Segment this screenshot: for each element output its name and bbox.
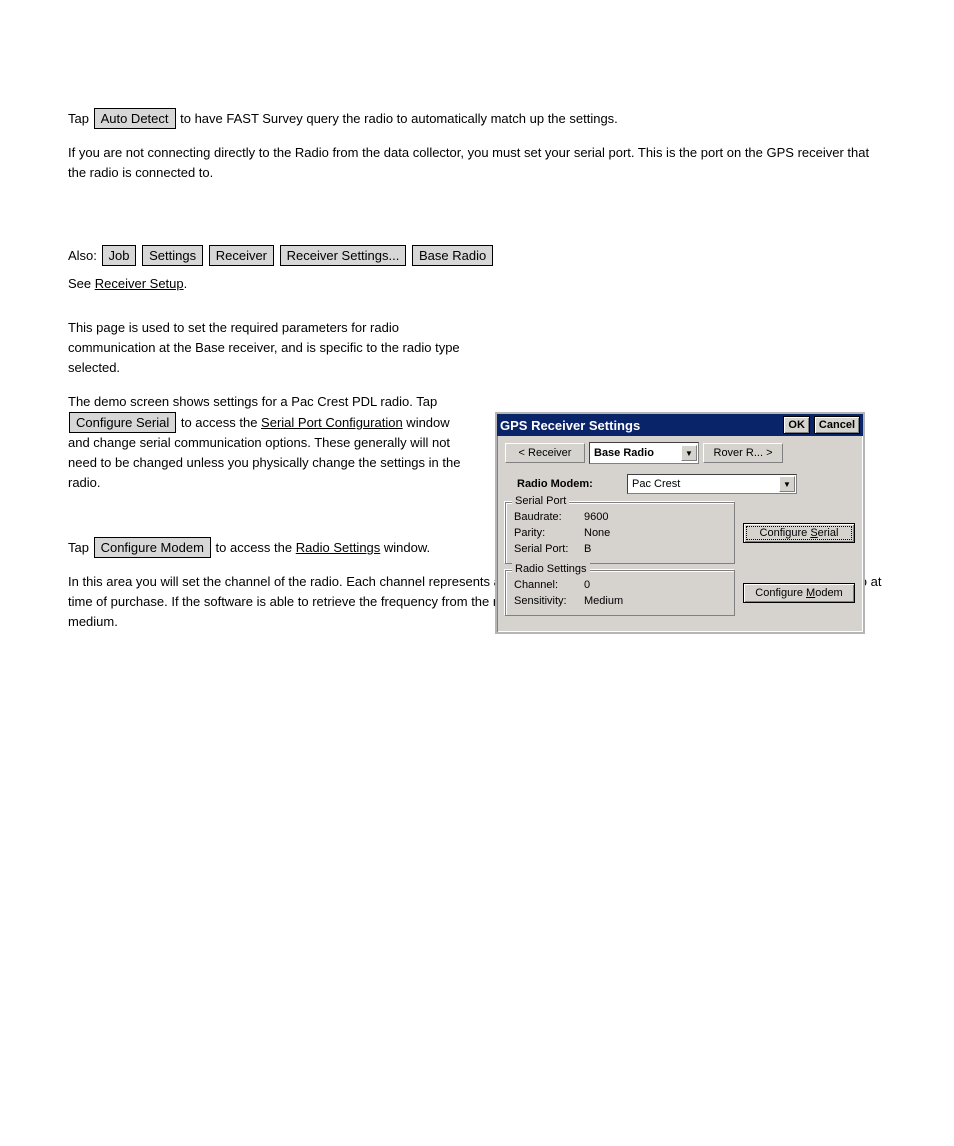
configure-modem-button-ref: Configure Modem xyxy=(94,537,211,558)
breadcrumb-receiver: Receiver xyxy=(209,245,274,266)
serial-port-legend: Serial Port xyxy=(512,495,569,507)
receiver-setup-link[interactable]: Receiver Setup xyxy=(95,276,184,291)
text: Tap xyxy=(68,540,93,555)
ok-button[interactable]: OK xyxy=(783,416,810,434)
chevron-down-icon[interactable]: ▼ xyxy=(681,445,697,461)
radio-settings-row: Radio Settings Channel:0 Sensitivity:Med… xyxy=(505,570,855,616)
text: Configure xyxy=(755,587,806,599)
parity-value: None xyxy=(584,525,610,541)
breadcrumb-base-radio: Base Radio xyxy=(412,245,493,266)
parity-label: Parity: xyxy=(514,525,584,541)
breadcrumb-job: Job xyxy=(102,245,137,266)
cancel-button[interactable]: Cancel xyxy=(814,416,860,434)
nav-page-select[interactable]: Base Radio ▼ xyxy=(589,442,699,464)
dialog-titlebar: GPS Receiver Settings OK Cancel xyxy=(497,414,863,436)
nav-page-value: Base Radio xyxy=(594,447,654,459)
see-also-line: See Receiver Setup. xyxy=(68,274,886,294)
text: . xyxy=(184,276,188,291)
text: S xyxy=(810,527,817,539)
radio-settings-link[interactable]: Radio Settings xyxy=(296,540,381,555)
sensitivity-value: Medium xyxy=(584,593,623,609)
text: to have FAST Survey query the radio to a… xyxy=(177,111,618,126)
chevron-down-icon[interactable]: ▼ xyxy=(779,476,795,492)
baudrate-label: Baudrate: xyxy=(514,509,584,525)
text: M xyxy=(806,587,815,599)
serial-port-config-link[interactable]: Serial Port Configuration xyxy=(261,415,403,430)
serial-port-row: Serial Port Baudrate:9600 Parity:None Se… xyxy=(505,502,855,564)
gps-receiver-settings-dialog: GPS Receiver Settings OK Cancel < Receiv… xyxy=(495,412,865,634)
radio-modem-select[interactable]: Pac Crest ▼ xyxy=(627,474,797,494)
nav-prev-button[interactable]: < Receiver xyxy=(505,443,585,463)
text: Also: xyxy=(68,248,101,263)
dialog-title: GPS Receiver Settings xyxy=(500,418,779,433)
breadcrumb-settings: Settings xyxy=(142,245,203,266)
configure-serial-button[interactable]: Configure Serial xyxy=(743,523,855,543)
text: See xyxy=(68,276,95,291)
text: to access the xyxy=(177,415,261,430)
text: erial xyxy=(818,527,839,539)
sensitivity-label: Sensitivity: xyxy=(514,593,584,609)
dialog-body: < Receiver Base Radio ▼ Rover R... > Rad… xyxy=(497,436,863,632)
radio-settings-group: Radio Settings Channel:0 Sensitivity:Med… xyxy=(505,570,735,616)
text: odem xyxy=(815,587,843,599)
radio-modem-row: Radio Modem: Pac Crest ▼ xyxy=(505,474,855,494)
radio-settings-legend: Radio Settings xyxy=(512,563,590,575)
dialog-screenshot: GPS Receiver Settings OK Cancel < Receiv… xyxy=(495,412,865,634)
dialog-nav-row: < Receiver Base Radio ▼ Rover R... > xyxy=(505,442,855,464)
auto-detect-button-ref: Auto Detect xyxy=(94,108,176,129)
configure-modem-button[interactable]: Configure Modem xyxy=(743,583,855,603)
paragraph-base-radio-intro: This page is used to set the required pa… xyxy=(68,318,473,378)
text: The demo screen shows settings for a Pac… xyxy=(68,394,437,409)
text: window. xyxy=(380,540,430,555)
channel-value: 0 xyxy=(584,577,590,593)
serial-port-value: B xyxy=(584,541,591,557)
breadcrumb-line: Also: Job Settings Receiver Receiver Set… xyxy=(68,245,886,266)
document-page: Tap Auto Detect to have FAST Survey quer… xyxy=(0,0,954,1146)
serial-port-group: Serial Port Baudrate:9600 Parity:None Se… xyxy=(505,502,735,564)
nav-next-button[interactable]: Rover R... > xyxy=(703,443,783,463)
text: Tap xyxy=(68,111,93,126)
radio-modem-label: Radio Modem: xyxy=(517,478,617,490)
breadcrumb-receiver-settings: Receiver Settings... xyxy=(280,245,407,266)
left-column: This page is used to set the required pa… xyxy=(68,318,473,493)
baudrate-value: 9600 xyxy=(584,509,608,525)
paragraph-auto-detect: Tap Auto Detect to have FAST Survey quer… xyxy=(68,108,886,129)
channel-label: Channel: xyxy=(514,577,584,593)
text: Configure xyxy=(760,527,811,539)
paragraph-configure-serial: The demo screen shows settings for a Pac… xyxy=(68,392,473,493)
serial-port-label: Serial Port: xyxy=(514,541,584,557)
configure-serial-button-ref: Configure Serial xyxy=(69,412,176,433)
paragraph-serial-port-note: If you are not connecting directly to th… xyxy=(68,143,886,183)
text: to access the xyxy=(212,540,296,555)
radio-modem-value: Pac Crest xyxy=(632,478,680,490)
